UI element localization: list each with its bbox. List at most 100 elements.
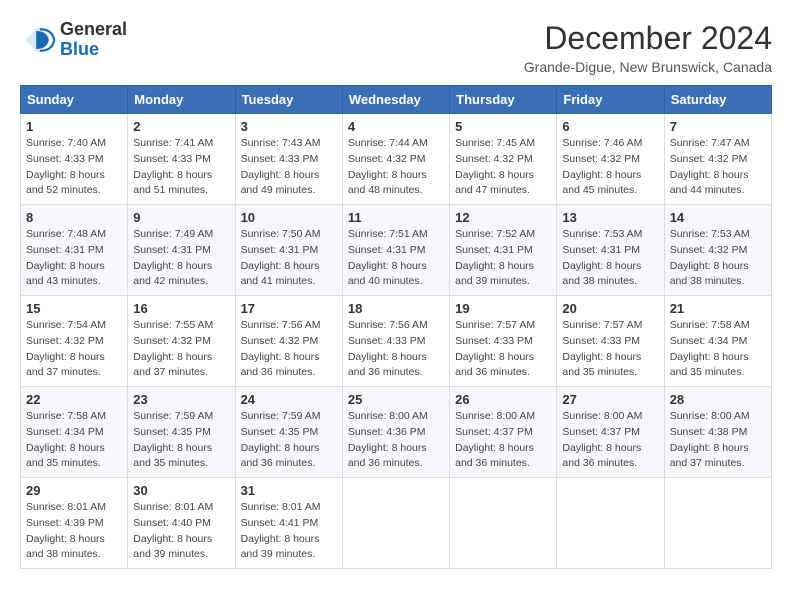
calendar-week-row: 15 Sunrise: 7:54 AM Sunset: 4:32 PM Dayl… <box>21 296 772 387</box>
day-number: 16 <box>133 301 229 316</box>
day-info: Sunrise: 8:00 AM Sunset: 4:36 PM Dayligh… <box>348 409 444 472</box>
day-number: 24 <box>241 392 337 407</box>
calendar-cell: 5 Sunrise: 7:45 AM Sunset: 4:32 PM Dayli… <box>450 114 557 205</box>
calendar-cell: 11 Sunrise: 7:51 AM Sunset: 4:31 PM Dayl… <box>342 205 449 296</box>
calendar-cell: 12 Sunrise: 7:52 AM Sunset: 4:31 PM Dayl… <box>450 205 557 296</box>
weekday-header-tuesday: Tuesday <box>235 86 342 114</box>
day-info: Sunrise: 7:56 AM Sunset: 4:33 PM Dayligh… <box>348 318 444 381</box>
day-number: 12 <box>455 210 551 225</box>
day-number: 8 <box>26 210 122 225</box>
day-info: Sunrise: 7:50 AM Sunset: 4:31 PM Dayligh… <box>241 227 337 290</box>
calendar-cell: 14 Sunrise: 7:53 AM Sunset: 4:32 PM Dayl… <box>664 205 771 296</box>
calendar-cell <box>450 478 557 569</box>
day-info: Sunrise: 7:41 AM Sunset: 4:33 PM Dayligh… <box>133 136 229 199</box>
weekday-header-sunday: Sunday <box>21 86 128 114</box>
day-info: Sunrise: 7:59 AM Sunset: 4:35 PM Dayligh… <box>241 409 337 472</box>
page-header: General Blue December 2024 Grande-Digue,… <box>20 20 772 75</box>
day-info: Sunrise: 8:00 AM Sunset: 4:38 PM Dayligh… <box>670 409 766 472</box>
day-info: Sunrise: 7:46 AM Sunset: 4:32 PM Dayligh… <box>562 136 658 199</box>
logo-text: General Blue <box>60 20 127 60</box>
day-number: 30 <box>133 483 229 498</box>
day-number: 15 <box>26 301 122 316</box>
calendar-cell: 1 Sunrise: 7:40 AM Sunset: 4:33 PM Dayli… <box>21 114 128 205</box>
calendar-cell: 21 Sunrise: 7:58 AM Sunset: 4:34 PM Dayl… <box>664 296 771 387</box>
location: Grande-Digue, New Brunswick, Canada <box>524 59 772 75</box>
day-info: Sunrise: 7:40 AM Sunset: 4:33 PM Dayligh… <box>26 136 122 199</box>
calendar-cell: 10 Sunrise: 7:50 AM Sunset: 4:31 PM Dayl… <box>235 205 342 296</box>
calendar-cell: 6 Sunrise: 7:46 AM Sunset: 4:32 PM Dayli… <box>557 114 664 205</box>
day-info: Sunrise: 7:58 AM Sunset: 4:34 PM Dayligh… <box>26 409 122 472</box>
month-title: December 2024 <box>524 20 772 57</box>
day-number: 17 <box>241 301 337 316</box>
weekday-header-wednesday: Wednesday <box>342 86 449 114</box>
day-number: 2 <box>133 119 229 134</box>
day-number: 27 <box>562 392 658 407</box>
day-info: Sunrise: 7:52 AM Sunset: 4:31 PM Dayligh… <box>455 227 551 290</box>
calendar-cell: 23 Sunrise: 7:59 AM Sunset: 4:35 PM Dayl… <box>128 387 235 478</box>
calendar-cell: 30 Sunrise: 8:01 AM Sunset: 4:40 PM Dayl… <box>128 478 235 569</box>
day-info: Sunrise: 7:55 AM Sunset: 4:32 PM Dayligh… <box>133 318 229 381</box>
day-info: Sunrise: 7:58 AM Sunset: 4:34 PM Dayligh… <box>670 318 766 381</box>
calendar-cell: 19 Sunrise: 7:57 AM Sunset: 4:33 PM Dayl… <box>450 296 557 387</box>
day-info: Sunrise: 7:54 AM Sunset: 4:32 PM Dayligh… <box>26 318 122 381</box>
day-number: 19 <box>455 301 551 316</box>
day-info: Sunrise: 7:51 AM Sunset: 4:31 PM Dayligh… <box>348 227 444 290</box>
calendar-cell: 17 Sunrise: 7:56 AM Sunset: 4:32 PM Dayl… <box>235 296 342 387</box>
day-number: 22 <box>26 392 122 407</box>
day-info: Sunrise: 7:57 AM Sunset: 4:33 PM Dayligh… <box>562 318 658 381</box>
calendar-cell: 2 Sunrise: 7:41 AM Sunset: 4:33 PM Dayli… <box>128 114 235 205</box>
day-info: Sunrise: 8:00 AM Sunset: 4:37 PM Dayligh… <box>455 409 551 472</box>
day-number: 10 <box>241 210 337 225</box>
day-number: 28 <box>670 392 766 407</box>
day-number: 25 <box>348 392 444 407</box>
title-block: December 2024 Grande-Digue, New Brunswic… <box>524 20 772 75</box>
day-info: Sunrise: 7:44 AM Sunset: 4:32 PM Dayligh… <box>348 136 444 199</box>
day-info: Sunrise: 7:48 AM Sunset: 4:31 PM Dayligh… <box>26 227 122 290</box>
calendar-cell: 7 Sunrise: 7:47 AM Sunset: 4:32 PM Dayli… <box>664 114 771 205</box>
day-info: Sunrise: 8:01 AM Sunset: 4:39 PM Dayligh… <box>26 500 122 563</box>
weekday-header-monday: Monday <box>128 86 235 114</box>
calendar-cell: 24 Sunrise: 7:59 AM Sunset: 4:35 PM Dayl… <box>235 387 342 478</box>
day-number: 3 <box>241 119 337 134</box>
day-number: 6 <box>562 119 658 134</box>
logo: General Blue <box>20 20 127 60</box>
day-number: 21 <box>670 301 766 316</box>
calendar-cell: 3 Sunrise: 7:43 AM Sunset: 4:33 PM Dayli… <box>235 114 342 205</box>
day-number: 23 <box>133 392 229 407</box>
calendar-cell: 8 Sunrise: 7:48 AM Sunset: 4:31 PM Dayli… <box>21 205 128 296</box>
day-number: 1 <box>26 119 122 134</box>
day-number: 14 <box>670 210 766 225</box>
calendar-cell: 27 Sunrise: 8:00 AM Sunset: 4:37 PM Dayl… <box>557 387 664 478</box>
calendar-cell: 28 Sunrise: 8:00 AM Sunset: 4:38 PM Dayl… <box>664 387 771 478</box>
calendar-cell <box>664 478 771 569</box>
calendar-cell: 9 Sunrise: 7:49 AM Sunset: 4:31 PM Dayli… <box>128 205 235 296</box>
calendar-week-row: 22 Sunrise: 7:58 AM Sunset: 4:34 PM Dayl… <box>21 387 772 478</box>
day-number: 18 <box>348 301 444 316</box>
day-info: Sunrise: 8:01 AM Sunset: 4:41 PM Dayligh… <box>241 500 337 563</box>
weekday-header-saturday: Saturday <box>664 86 771 114</box>
calendar-cell: 18 Sunrise: 7:56 AM Sunset: 4:33 PM Dayl… <box>342 296 449 387</box>
day-info: Sunrise: 7:43 AM Sunset: 4:33 PM Dayligh… <box>241 136 337 199</box>
calendar-table: SundayMondayTuesdayWednesdayThursdayFrid… <box>20 85 772 569</box>
day-number: 31 <box>241 483 337 498</box>
day-info: Sunrise: 7:57 AM Sunset: 4:33 PM Dayligh… <box>455 318 551 381</box>
calendar-cell: 25 Sunrise: 8:00 AM Sunset: 4:36 PM Dayl… <box>342 387 449 478</box>
calendar-week-row: 8 Sunrise: 7:48 AM Sunset: 4:31 PM Dayli… <box>21 205 772 296</box>
logo-icon <box>20 22 56 58</box>
calendar-cell: 15 Sunrise: 7:54 AM Sunset: 4:32 PM Dayl… <box>21 296 128 387</box>
day-number: 7 <box>670 119 766 134</box>
day-number: 29 <box>26 483 122 498</box>
calendar-cell <box>557 478 664 569</box>
calendar-cell: 13 Sunrise: 7:53 AM Sunset: 4:31 PM Dayl… <box>557 205 664 296</box>
calendar-cell: 4 Sunrise: 7:44 AM Sunset: 4:32 PM Dayli… <box>342 114 449 205</box>
day-number: 5 <box>455 119 551 134</box>
calendar-cell: 16 Sunrise: 7:55 AM Sunset: 4:32 PM Dayl… <box>128 296 235 387</box>
day-info: Sunrise: 7:56 AM Sunset: 4:32 PM Dayligh… <box>241 318 337 381</box>
calendar-cell: 22 Sunrise: 7:58 AM Sunset: 4:34 PM Dayl… <box>21 387 128 478</box>
day-info: Sunrise: 7:53 AM Sunset: 4:32 PM Dayligh… <box>670 227 766 290</box>
day-number: 4 <box>348 119 444 134</box>
day-number: 13 <box>562 210 658 225</box>
day-number: 26 <box>455 392 551 407</box>
day-number: 20 <box>562 301 658 316</box>
day-info: Sunrise: 7:59 AM Sunset: 4:35 PM Dayligh… <box>133 409 229 472</box>
